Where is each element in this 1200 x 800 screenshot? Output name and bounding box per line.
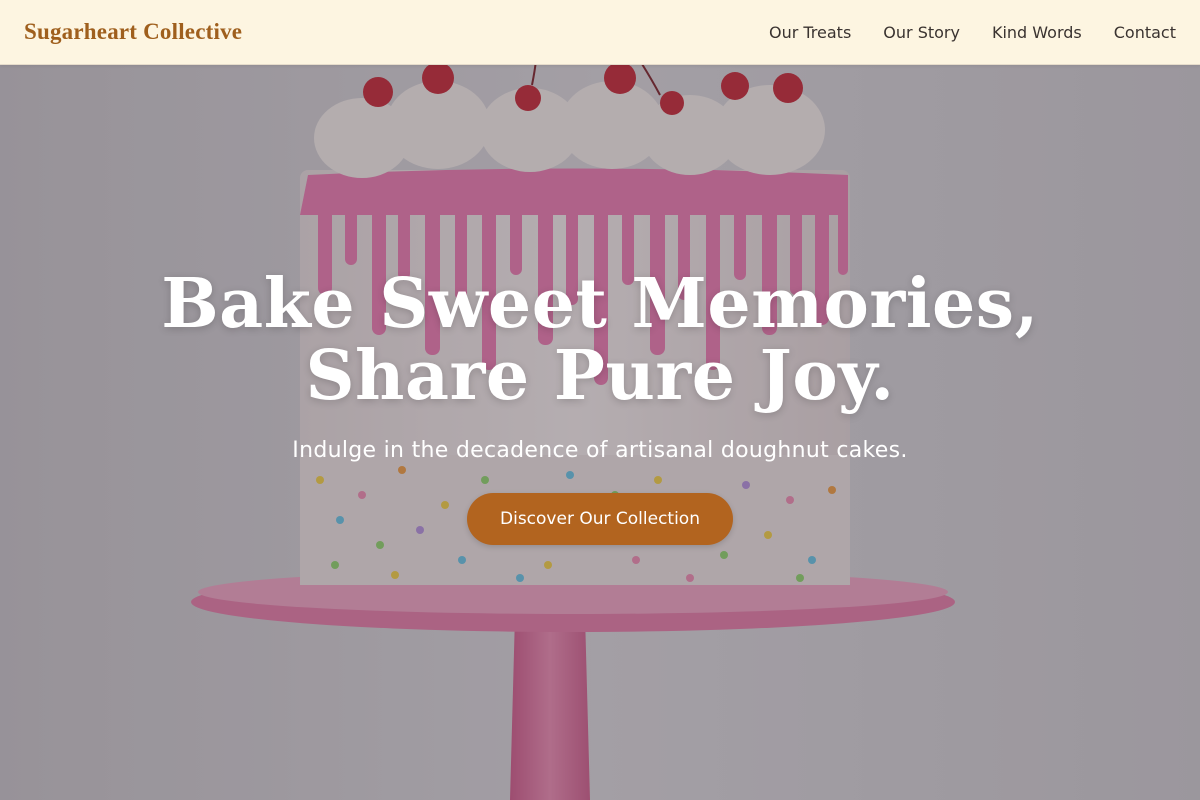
hero-headline: Bake Sweet Memories, Share Pure Joy. [0,268,1200,412]
nav-link-our-treats[interactable]: Our Treats [769,23,851,42]
nav-link-contact[interactable]: Contact [1114,23,1176,42]
nav-link-our-story[interactable]: Our Story [883,23,960,42]
site-header: Sugarheart Collective Our Treats Our Sto… [0,0,1200,65]
hero-content: Bake Sweet Memories, Share Pure Joy. Ind… [0,268,1200,545]
hero-section: Bake Sweet Memories, Share Pure Joy. Ind… [0,0,1200,800]
hero-headline-line-1: Bake Sweet Memories, [161,264,1039,344]
main-nav: Our Treats Our Story Kind Words Contact [737,23,1176,42]
hero-subheadline: Indulge in the decadence of artisanal do… [292,438,908,463]
nav-link-kind-words[interactable]: Kind Words [992,23,1082,42]
hero-headline-line-2: Share Pure Joy. [305,336,895,416]
brand-logo[interactable]: Sugarheart Collective [24,19,242,45]
discover-collection-button[interactable]: Discover Our Collection [467,493,733,545]
